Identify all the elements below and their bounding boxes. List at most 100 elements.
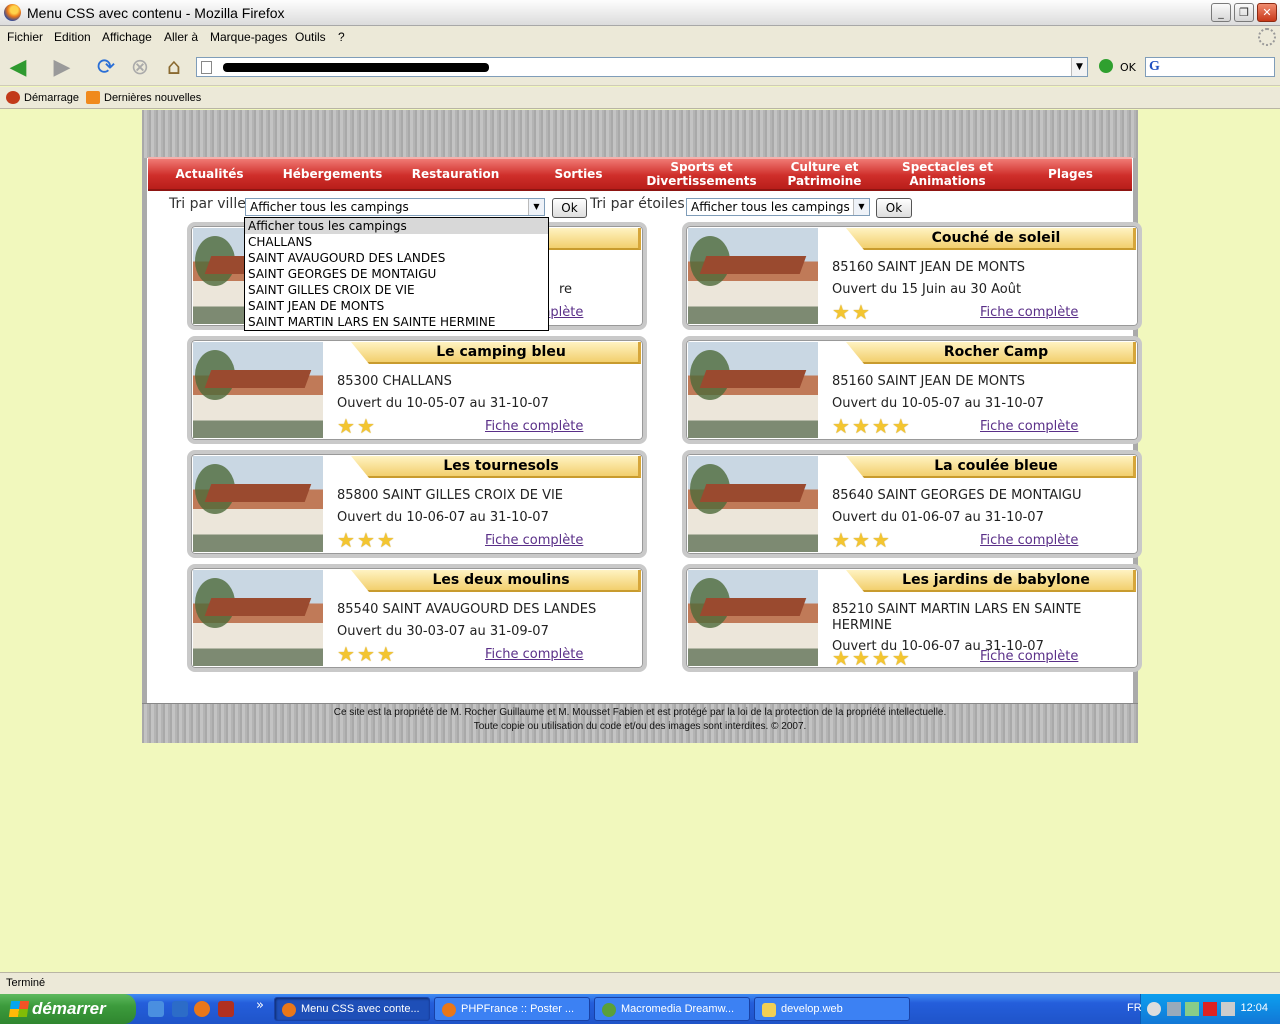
redacted-url	[223, 63, 489, 72]
nav-sorties[interactable]: Sorties	[517, 159, 640, 189]
url-input[interactable]: ▼	[196, 57, 1088, 77]
menu-bar: Fichier Edition Affichage Aller à Marque…	[0, 26, 1280, 48]
close-button[interactable]: ✕	[1257, 3, 1277, 22]
task-phpfrance[interactable]: PHPFrance :: Poster ...	[434, 997, 590, 1021]
quicklaunch-ie-icon[interactable]	[148, 1001, 164, 1017]
city-option[interactable]: SAINT GILLES CROIX DE VIE	[245, 282, 548, 298]
forward-icon[interactable]: ▶	[48, 53, 76, 81]
star-icon: ★	[356, 528, 375, 552]
city-select[interactable]: Afficher tous les campings ▼	[245, 198, 545, 216]
stars-ok-button[interactable]: Ok	[876, 198, 912, 218]
fiche-complete-link[interactable]: Fiche complète	[980, 649, 1078, 664]
tray-sound-icon[interactable]	[1185, 1002, 1199, 1016]
start-button[interactable]: démarrer	[0, 994, 136, 1024]
bookmark-demarrage[interactable]: Démarrage	[6, 91, 79, 104]
google-icon[interactable]: G	[1149, 59, 1160, 75]
fiche-complete-link[interactable]: Fiche complète	[980, 305, 1078, 320]
city-option[interactable]: SAINT AVAUGOURD DES LANDES	[245, 250, 548, 266]
quicklaunch-filezilla-icon[interactable]	[218, 1001, 234, 1017]
fiche-complete-link[interactable]: Fiche complète	[980, 419, 1078, 434]
quicklaunch-firefox-icon[interactable]	[194, 1001, 210, 1017]
tray-arrow-icon[interactable]	[1147, 1002, 1161, 1016]
menu-fichier[interactable]: Fichier	[7, 30, 43, 44]
language-indicator[interactable]: FR	[1127, 1002, 1142, 1014]
quicklaunch-explorer-icon[interactable]	[172, 1001, 188, 1017]
search-input[interactable]: G	[1145, 57, 1275, 77]
folder-icon	[762, 1003, 776, 1017]
camping-address: 85160 SAINT JEAN DE MONTS	[832, 260, 1026, 275]
camping-card: Le camping bleu 85300 CHALLANS Ouvert du 1…	[187, 336, 647, 444]
go-button[interactable]: OK	[1120, 61, 1136, 74]
nav-spectacles[interactable]: Spectacles et Animations	[886, 159, 1009, 189]
window-titlebar: Menu CSS avec contenu - Mozilla Firefox …	[0, 0, 1280, 26]
bookmark-label: Démarrage	[24, 91, 80, 104]
nav-hebergements[interactable]: Hébergements	[271, 159, 394, 189]
star-icon: ★	[337, 414, 355, 438]
tray-network-icon[interactable]	[1167, 1002, 1181, 1016]
star-icon: ★	[832, 414, 850, 438]
task-dreamweaver[interactable]: Macromedia Dreamw...	[594, 997, 750, 1021]
camping-photo	[688, 570, 818, 666]
camping-dates: Ouvert du 01-06-07 au 31-10-07	[832, 510, 1044, 525]
city-dropdown-list[interactable]: Afficher tous les campings CHALLANS SAINT …	[244, 217, 549, 331]
star-icon: ★	[337, 642, 355, 666]
nav-restauration[interactable]: Restauration	[394, 159, 517, 189]
camping-dates: Ouvert du 10-06-07 au 31-10-07	[337, 510, 549, 525]
status-text: Terminé	[6, 977, 46, 989]
city-option[interactable]: CHALLANS	[245, 234, 548, 250]
chevron-down-icon[interactable]: ▼	[853, 199, 869, 215]
star-icon: ★	[871, 414, 890, 438]
menu-marque-pages[interactable]: Marque-pages	[210, 30, 287, 44]
go-icon[interactable]	[1099, 59, 1113, 73]
minimize-button[interactable]: _	[1211, 3, 1231, 22]
bookmark-dernieres-nouvelles[interactable]: Dernières nouvelles	[86, 91, 201, 104]
fiche-complete-link[interactable]: Fiche complète	[485, 419, 583, 434]
nav-plages[interactable]: Plages	[1009, 159, 1132, 189]
nav-culture[interactable]: Culture et Patrimoine	[763, 159, 886, 189]
status-bar: Terminé	[0, 972, 1280, 994]
stop-icon[interactable]: ⊗	[126, 53, 154, 81]
menu-help[interactable]: ?	[338, 30, 345, 44]
site-footer: Ce site est la propriété de M. Rocher Gu…	[142, 703, 1138, 743]
nav-actualites[interactable]: Actualités	[148, 159, 271, 189]
firefox-icon	[442, 1003, 456, 1017]
main-nav: Actualités Hébergements Restauration Sor…	[148, 157, 1132, 191]
stars-select[interactable]: Afficher tous les campings ▼	[686, 198, 870, 216]
restore-button[interactable]: ❐	[1234, 3, 1254, 22]
back-icon[interactable]: ◀	[4, 53, 32, 81]
fiche-complete-link[interactable]: Fiche complète	[485, 533, 583, 548]
camping-card: La coulée bleue 85640 SAINT GEORGES DE MO…	[682, 450, 1142, 558]
rss-icon	[86, 91, 100, 104]
tray-kaspersky-icon[interactable]	[1203, 1002, 1217, 1016]
camping-name: Couché de soleil	[931, 230, 1061, 246]
city-option[interactable]: Afficher tous les campings	[245, 218, 548, 234]
chevron-down-icon[interactable]: ▼	[528, 199, 544, 215]
camping-address: 85640 SAINT GEORGES DE MONTAIGU	[832, 488, 1082, 503]
home-icon[interactable]: ⌂	[160, 53, 188, 81]
city-option[interactable]: SAINT MARTIN LARS EN SAINTE HERMINE	[245, 314, 548, 330]
url-dropdown-icon[interactable]: ▼	[1071, 58, 1087, 76]
camping-photo	[688, 228, 818, 324]
fiche-complete-link[interactable]: Fiche complète	[485, 647, 583, 662]
city-select-value: Afficher tous les campings	[250, 200, 409, 214]
city-option[interactable]: SAINT JEAN DE MONTS	[245, 298, 548, 314]
menu-edition[interactable]: Edition	[54, 30, 91, 44]
photo-roof	[699, 484, 807, 502]
menu-outils[interactable]: Outils	[295, 30, 326, 44]
menu-affichage[interactable]: Affichage	[102, 30, 152, 44]
star-icon: ★	[851, 300, 870, 324]
left-border	[142, 158, 147, 703]
city-filter-label: Tri par ville	[169, 196, 246, 212]
nav-sports[interactable]: Sports et Divertissements	[640, 159, 763, 189]
city-option[interactable]: SAINT GEORGES DE MONTAIGU	[245, 266, 548, 282]
task-firefox-menu[interactable]: Menu CSS avec conte...	[274, 997, 430, 1021]
fiche-complete-link[interactable]: Fiche complète	[980, 533, 1078, 548]
camping-name: Le camping bleu	[436, 344, 566, 360]
tray-printer-icon[interactable]	[1221, 1002, 1235, 1016]
task-develop-web[interactable]: develop.web	[754, 997, 910, 1021]
reload-icon[interactable]: ⟳	[92, 53, 120, 81]
photo-roof	[204, 370, 312, 388]
city-ok-button[interactable]: Ok	[552, 198, 587, 218]
quicklaunch-more-icon[interactable]: »	[256, 998, 264, 1013]
menu-aller[interactable]: Aller à	[164, 30, 198, 44]
